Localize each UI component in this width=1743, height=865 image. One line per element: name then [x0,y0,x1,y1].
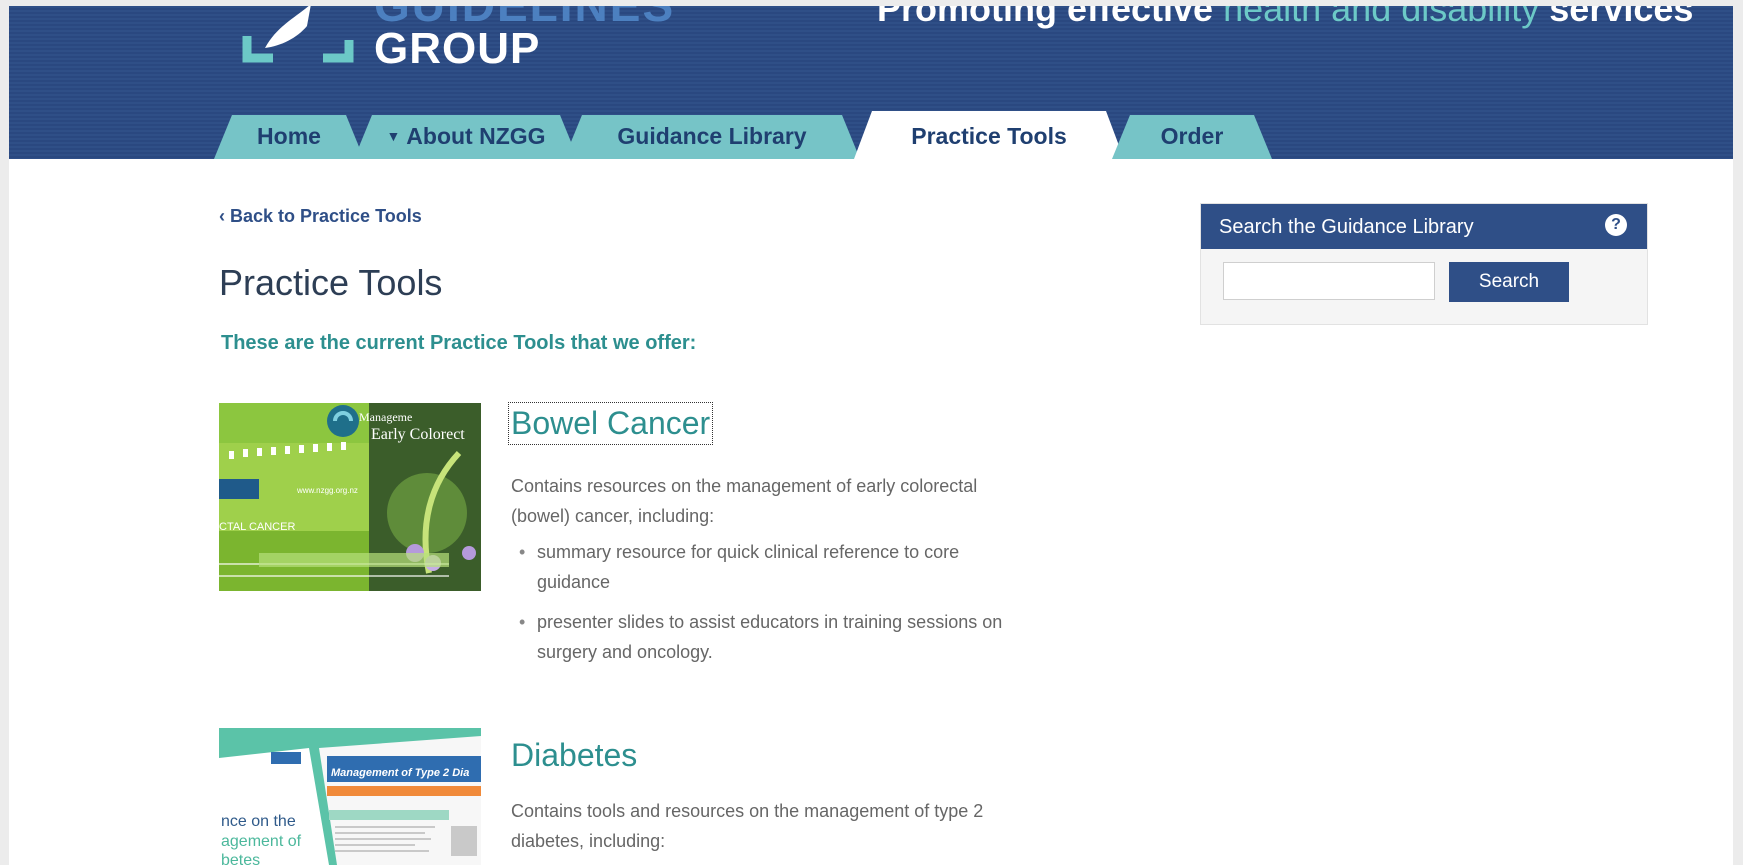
thumb-heading: Management of Type 2 Dia [331,767,469,779]
tab-about-label: About NZGG [406,123,546,149]
dropdown-arrow-icon: ▼ [386,128,401,144]
tab-guidance-label: Guidance Library [617,123,807,149]
bowel-cancer-list: summary resource for quick clinical refe… [511,537,1021,677]
content-panel: ‹ Back to Practice Tools Practice Tools … [9,159,1733,865]
nzgg-logo-icon[interactable] [237,6,377,76]
tab-home-label: Home [257,123,321,149]
intro-text: These are the current Practice Tools tha… [221,332,697,354]
search-input[interactable] [1223,262,1435,300]
list-item: presenter slides to assist educators in … [511,607,1021,667]
back-to-practice-tools-link[interactable]: ‹ Back to Practice Tools [219,206,422,227]
diabetes-description: Contains tools and resources on the mana… [511,801,984,851]
tab-practice-label: Practice Tools [911,123,1067,149]
diabetes-cover-image: Management of Type 2 Dia nce on the agem… [219,728,481,865]
thumb-text-1: Manageme [359,410,412,424]
thumb-text-2: Early Colorect [371,426,465,443]
page-title: Practice Tools [219,262,443,303]
diabetes-thumbnail[interactable]: Management of Type 2 Dia nce on the agem… [219,728,481,865]
tagline-highlight: health and disability [1223,6,1540,29]
site-header: GUIDELINES GROUP Promoting effective hea… [9,6,1733,159]
search-guidance-library-box: Search the Guidance Library ? Search [1200,203,1648,325]
bowel-cancer-link[interactable]: Bowel Cancer [507,402,714,445]
tab-about-nzgg[interactable]: ▼ About NZGG [354,115,578,159]
search-box-heading: Search the Guidance Library [1219,216,1474,238]
tagline-suffix: services [1539,6,1694,29]
thumb-side-2: agement of [221,833,302,850]
tab-practice-tools[interactable]: Practice Tools [854,111,1124,159]
search-button[interactable]: Search [1449,262,1569,302]
search-box-header: Search the Guidance Library ? [1201,204,1647,249]
help-icon[interactable]: ? [1605,214,1627,236]
tab-guidance-library[interactable]: Guidance Library [564,115,860,159]
tagline-prefix: Promoting effective [877,6,1224,29]
bowel-cancer-description: Contains resources on the management of … [511,476,978,526]
bowel-cancer-cover-image: Manageme Early Colorect CTAL CANCER www.… [219,403,481,591]
tab-order[interactable]: Order [1112,115,1272,159]
tab-order-label: Order [1160,123,1224,149]
diabetes-link[interactable]: Diabetes [511,737,637,774]
thumb-text-3: CTAL CANCER [219,521,295,533]
thumb-side-3: betes [221,852,260,865]
bowel-cancer-thumbnail[interactable]: Manageme Early Colorect CTAL CANCER www.… [219,403,481,591]
main-nav: Home ▼ About NZGG Guidance Library Practi… [9,111,1733,159]
tab-home[interactable]: Home [214,115,364,159]
thumb-text-4: www.nzgg.org.nz [296,486,358,495]
site-tagline: Promoting effective health and disabilit… [877,6,1693,30]
thumb-side-1: nce on the [221,813,296,830]
list-item: summary resource for quick clinical refe… [511,537,1021,597]
logo-text-group: GROUP [374,24,541,73]
